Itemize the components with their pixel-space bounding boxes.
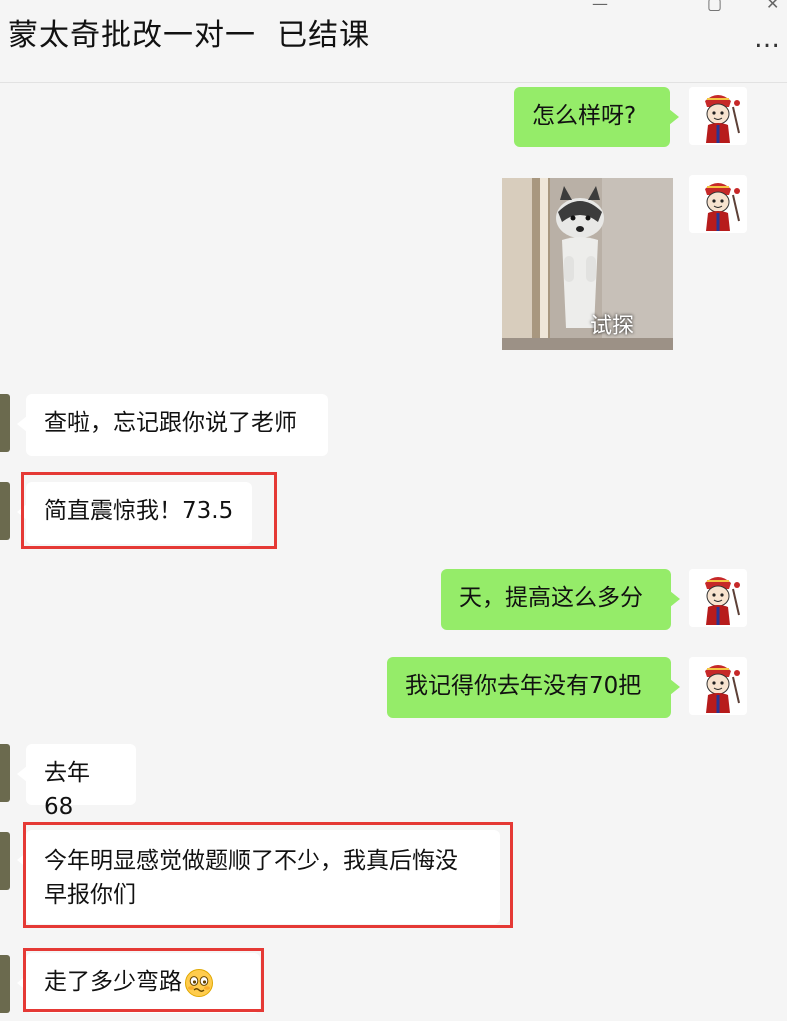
my-message-bubble[interactable]: 怎么样呀? — [514, 87, 679, 147]
chat-title: 蒙太奇批改一对一 已结课 — [8, 18, 371, 53]
cartoon-monkey-avatar-icon — [689, 175, 747, 233]
chat-header: 蒙太奇批改一对一 已结课 — ▢ ✕ … — [0, 0, 787, 83]
close-button[interactable]: ✕ — [766, 0, 779, 13]
cartoon-monkey-avatar-icon — [689, 87, 747, 145]
my-avatar[interactable] — [689, 87, 747, 145]
my-avatar[interactable] — [689, 175, 747, 233]
contact-avatar[interactable] — [0, 482, 10, 540]
cartoon-monkey-avatar-icon — [689, 569, 747, 627]
contact-message-bubble[interactable]: 查啦，忘记跟你说了老师 — [17, 394, 328, 456]
husky-peeking-sticker[interactable]: 试探 — [502, 178, 673, 350]
contact-avatar[interactable] — [0, 394, 10, 452]
my-message-bubble[interactable]: 天，提高这么多分 — [441, 569, 680, 630]
contact-avatar[interactable] — [0, 955, 10, 1013]
my-avatar[interactable] — [689, 569, 747, 627]
sticker-caption: 试探 — [590, 314, 635, 339]
minimize-button[interactable]: — — [592, 0, 608, 13]
my-avatar[interactable] — [689, 657, 747, 715]
contact-avatar[interactable] — [0, 832, 10, 890]
highlight-box — [21, 472, 277, 549]
highlight-box — [23, 948, 264, 1012]
contact-avatar[interactable] — [0, 744, 10, 802]
cartoon-monkey-avatar-icon — [689, 657, 747, 715]
more-options-icon[interactable]: … — [754, 24, 781, 54]
husky-sticker-image — [502, 178, 673, 350]
contact-message-bubble[interactable]: 去年68 — [17, 744, 136, 820]
my-message-bubble[interactable]: 我记得你去年没有70把 — [387, 657, 680, 718]
highlight-box — [23, 822, 513, 928]
maximize-button[interactable]: ▢ — [707, 0, 722, 13]
